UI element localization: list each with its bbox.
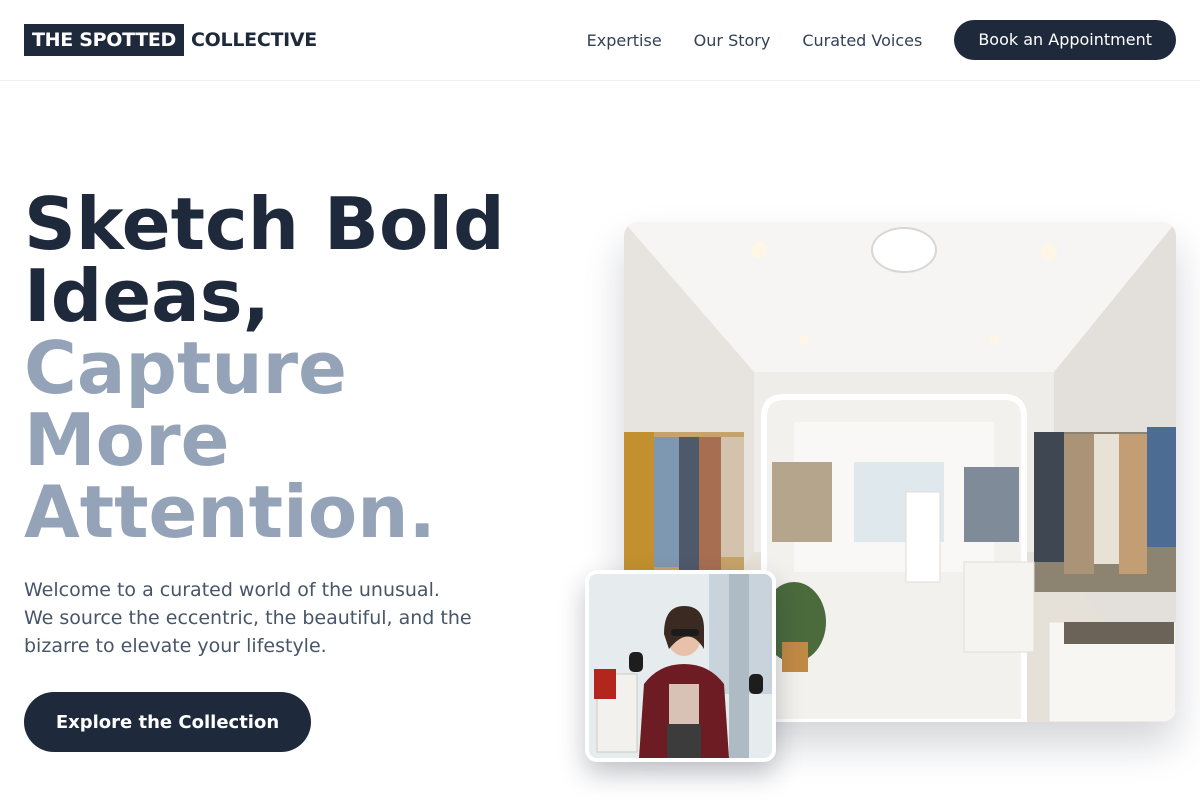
explore-collection-button[interactable]: Explore the Collection xyxy=(24,692,311,752)
hero-title-line-accent: More xyxy=(24,398,230,482)
hero-description: Welcome to a curated world of the unusua… xyxy=(24,579,472,657)
hero-title: Sketch Bold Ideas, Capture More Attentio… xyxy=(24,188,584,548)
hero-title-line-accent: Capture xyxy=(24,326,347,410)
shopper-image xyxy=(585,570,776,762)
nav-link-our-story[interactable]: Our Story xyxy=(694,31,771,50)
logo-box: THE SPOTTED xyxy=(24,24,185,56)
hero-title-line: Ideas, xyxy=(24,254,270,338)
nav-link-curated-voices[interactable]: Curated Voices xyxy=(802,31,922,50)
book-appointment-button[interactable]: Book an Appointment xyxy=(954,20,1176,60)
nav-link-expertise[interactable]: Expertise xyxy=(587,31,662,50)
hero-title-line-accent: Attention. xyxy=(24,470,436,554)
main-nav: Expertise Our Story Curated Voices Book … xyxy=(587,20,1176,60)
site-header: THE SPOTTED COLLECTIVE Expertise Our Sto… xyxy=(0,0,1200,81)
logo[interactable]: THE SPOTTED COLLECTIVE xyxy=(24,24,317,56)
hero-title-line: Sketch Bold xyxy=(24,182,505,266)
logo-text: COLLECTIVE xyxy=(191,29,317,51)
